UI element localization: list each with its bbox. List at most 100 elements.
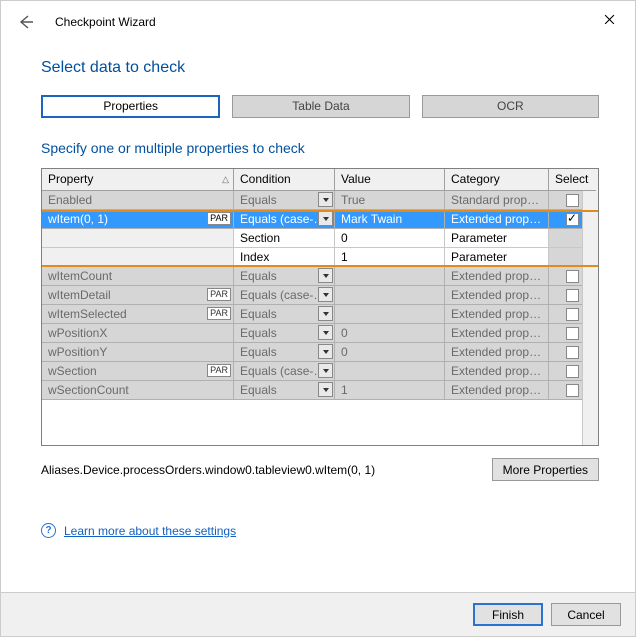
- cell-condition[interactable]: Equals: [234, 191, 335, 210]
- checkbox-icon[interactable]: [566, 289, 579, 302]
- table-row[interactable]: wSection PAR Equals (case-… Extended prop…: [42, 362, 598, 381]
- cell-condition-text: Equals: [240, 193, 277, 207]
- cell-condition: Section: [234, 229, 335, 248]
- cell-property: [42, 229, 234, 248]
- cell-category: Extended property: [445, 210, 549, 229]
- cell-condition-text: Equals: [240, 269, 277, 283]
- cell-condition-text: Equals (case-…: [240, 364, 325, 378]
- wizard-window: Checkpoint Wizard Select data to check P…: [0, 0, 636, 637]
- table-row[interactable]: wItemCount Equals Extended property: [42, 267, 598, 286]
- cell-property: Enabled: [42, 191, 234, 210]
- cell-category: Extended property: [445, 305, 549, 324]
- checkbox-icon[interactable]: [566, 308, 579, 321]
- table-row[interactable]: wPositionY Equals 0 Extended property: [42, 343, 598, 362]
- table-row[interactable]: Enabled Equals True Standard property: [42, 191, 598, 210]
- object-path-label: Aliases.Device.processOrders.window0.tab…: [41, 463, 375, 477]
- path-row: Aliases.Device.processOrders.window0.tab…: [41, 458, 599, 481]
- cell-category: Extended property: [445, 286, 549, 305]
- cell-category: Extended property: [445, 267, 549, 286]
- table-row-selected[interactable]: wItem(0, 1)PAR Equals (case-… Mark Twain…: [42, 210, 598, 229]
- cell-value[interactable]: 1: [335, 248, 445, 267]
- cell-value[interactable]: Mark Twain: [335, 210, 445, 229]
- cell-value: 0: [335, 343, 445, 362]
- column-header-condition[interactable]: Condition: [234, 169, 335, 191]
- cell-property: wSectionCount: [42, 381, 234, 400]
- dropdown-icon[interactable]: [318, 192, 333, 207]
- cell-category: Extended property: [445, 362, 549, 381]
- cell-condition[interactable]: Equals (case-…: [234, 286, 335, 305]
- cell-condition[interactable]: Equals: [234, 343, 335, 362]
- cell-property: wSection PAR: [42, 362, 234, 381]
- cell-value[interactable]: 0: [335, 229, 445, 248]
- more-properties-button[interactable]: More Properties: [492, 458, 599, 481]
- content-area: Select data to check Properties Table Da…: [1, 43, 635, 538]
- column-header-select[interactable]: Select: [549, 169, 596, 191]
- cell-property: wPositionX: [42, 324, 234, 343]
- cell-value: [335, 267, 445, 286]
- dropdown-icon[interactable]: [318, 268, 333, 283]
- column-header-category[interactable]: Category: [445, 169, 549, 191]
- checkbox-icon[interactable]: [566, 365, 579, 378]
- checkbox-icon[interactable]: [566, 270, 579, 283]
- column-header-property[interactable]: Property△: [42, 169, 234, 191]
- cell-condition: Index: [234, 248, 335, 267]
- sort-asc-icon: △: [222, 174, 229, 185]
- cell-condition-text: Equals (case-…: [240, 212, 325, 226]
- dropdown-icon[interactable]: [318, 306, 333, 321]
- tab-ocr[interactable]: OCR: [422, 95, 599, 118]
- table-row-param[interactable]: Index 1 Parameter: [42, 248, 598, 267]
- wizard-footer: Finish Cancel: [1, 592, 635, 636]
- column-header-value[interactable]: Value: [335, 169, 445, 191]
- page-subheading: Specify one or multiple properties to ch…: [41, 140, 599, 156]
- cell-value: [335, 286, 445, 305]
- cell-condition[interactable]: Equals: [234, 305, 335, 324]
- cell-condition[interactable]: Equals (case-…: [234, 210, 335, 229]
- dropdown-icon[interactable]: [318, 363, 333, 378]
- checkbox-icon[interactable]: [566, 346, 579, 359]
- dropdown-icon[interactable]: [318, 344, 333, 359]
- cell-property: wItemCount: [42, 267, 234, 286]
- cell-value: 0: [335, 324, 445, 343]
- table-row[interactable]: wPositionX Equals 0 Extended property: [42, 324, 598, 343]
- cell-property: wPositionY: [42, 343, 234, 362]
- cell-category: Parameter: [445, 248, 549, 267]
- cell-condition[interactable]: Equals (case-…: [234, 362, 335, 381]
- finish-button[interactable]: Finish: [473, 603, 543, 626]
- checkbox-icon[interactable]: [566, 384, 579, 397]
- vertical-scrollbar[interactable]: [582, 191, 598, 445]
- checkbox-icon[interactable]: [566, 194, 579, 207]
- checkbox-checked-icon[interactable]: [566, 213, 579, 226]
- close-button[interactable]: [589, 5, 629, 33]
- tab-table-data[interactable]: Table Data: [232, 95, 409, 118]
- tab-properties[interactable]: Properties: [41, 95, 220, 118]
- par-badge: PAR: [207, 364, 231, 377]
- cell-condition-text: Equals (case-…: [240, 288, 325, 302]
- checkbox-icon[interactable]: [566, 327, 579, 340]
- help-icon: ?: [41, 523, 56, 538]
- cell-condition[interactable]: Equals: [234, 324, 335, 343]
- page-heading: Select data to check: [41, 59, 599, 77]
- cancel-button[interactable]: Cancel: [551, 603, 621, 626]
- cell-category: Extended property: [445, 324, 549, 343]
- cell-property: wItem(0, 1)PAR: [42, 210, 234, 229]
- dropdown-icon[interactable]: [318, 287, 333, 302]
- table-row-param[interactable]: Section 0 Parameter: [42, 229, 598, 248]
- cell-property-text: wSection: [48, 364, 97, 378]
- dropdown-icon[interactable]: [318, 382, 333, 397]
- learn-more-link[interactable]: Learn more about these settings: [64, 524, 236, 538]
- table-row[interactable]: wItemSelectedPAR Equals Extended propert…: [42, 305, 598, 324]
- cell-condition[interactable]: Equals: [234, 267, 335, 286]
- cell-value: True: [335, 191, 445, 210]
- par-badge: PAR: [207, 212, 231, 225]
- dropdown-icon[interactable]: [318, 211, 333, 226]
- table-row[interactable]: wSectionCount Equals 1 Extended property: [42, 381, 598, 400]
- cell-value: 1: [335, 381, 445, 400]
- cell-value: [335, 305, 445, 324]
- cell-property-text: wItemSelected: [48, 307, 127, 321]
- dropdown-icon[interactable]: [318, 325, 333, 340]
- table-row[interactable]: wItemDetailPAR Equals (case-… Extended p…: [42, 286, 598, 305]
- cell-property: wItemDetailPAR: [42, 286, 234, 305]
- cell-condition[interactable]: Equals: [234, 381, 335, 400]
- help-row: ? Learn more about these settings: [41, 523, 599, 538]
- back-arrow-icon[interactable]: [15, 11, 37, 33]
